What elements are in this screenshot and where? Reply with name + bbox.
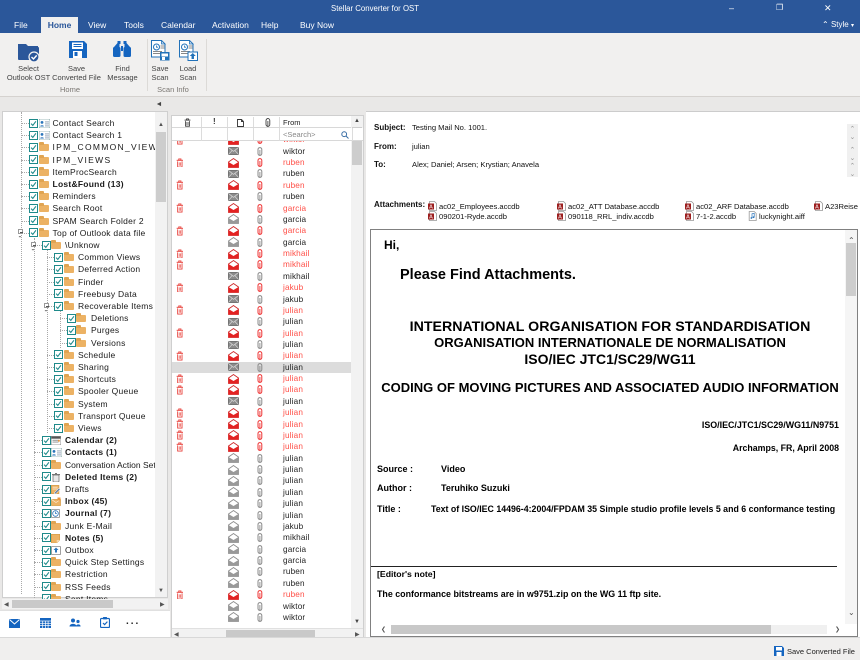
svg-text:A: A: [429, 214, 433, 220]
svg-text:A: A: [558, 204, 562, 210]
svg-text:A: A: [815, 204, 819, 210]
svg-text:A: A: [558, 214, 562, 220]
svg-text:A: A: [429, 204, 433, 210]
svg-text:A: A: [686, 204, 690, 210]
svg-text:A: A: [686, 214, 690, 220]
